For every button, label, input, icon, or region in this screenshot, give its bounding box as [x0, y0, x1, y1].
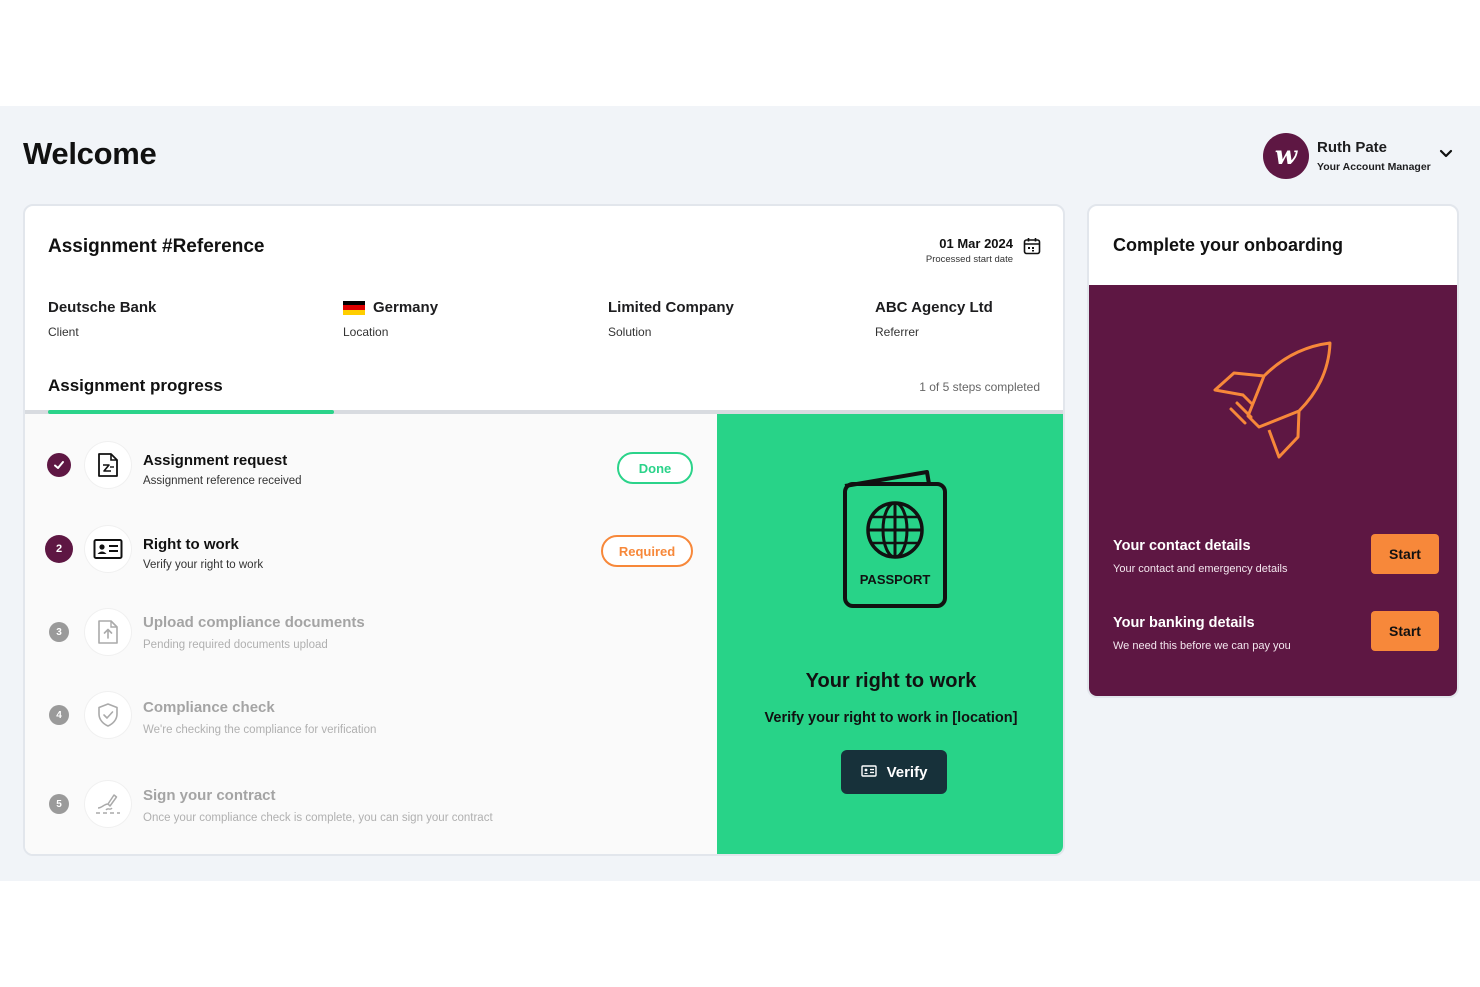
meta-client-label: Client: [48, 325, 79, 339]
germany-flag-icon: [343, 300, 365, 315]
steps-list: Assignment request Assignment reference …: [25, 414, 717, 854]
start-date-label: Processed start date: [925, 254, 1013, 265]
start-date-value: 01 Mar 2024: [939, 236, 1013, 251]
account-name: Ruth Pate: [1317, 139, 1388, 156]
step-title: Sign your contract: [143, 787, 276, 804]
passport-text: PASSPORT: [860, 572, 931, 587]
page-title: Welcome: [23, 136, 157, 171]
progress-title: Assignment progress: [48, 376, 223, 395]
document-signed-icon: [85, 442, 131, 488]
calendar-icon: [1023, 237, 1041, 260]
account-manager-menu[interactable]: w Ruth Pate Your Account Manager: [1263, 132, 1463, 180]
account-role: Your Account Manager: [1317, 161, 1431, 173]
step-title: Compliance check: [143, 699, 275, 716]
banking-details-item: Your banking details We need this before…: [1113, 611, 1439, 659]
meta-location-label: Location: [343, 325, 389, 339]
app-main: Welcome w Ruth Pate Your Account Manager…: [0, 106, 1480, 881]
start-date: 01 Mar 2024 Processed start date: [926, 236, 1013, 265]
onboarding-panel: Your contact details Your contact and em…: [1089, 285, 1457, 696]
shield-check-icon: [85, 692, 131, 738]
done-badge-button[interactable]: Done: [617, 452, 693, 484]
meta-solution-value: Limited Company: [608, 299, 734, 316]
step-title: Right to work: [143, 536, 239, 553]
onboarding-title: Complete your onboarding: [1113, 235, 1344, 255]
step-number: 4: [49, 705, 69, 725]
account-info: Ruth Pate Your Account Manager: [1317, 139, 1431, 173]
id-card-icon: [860, 764, 877, 781]
progress-count: 1 of 5 steps completed: [919, 380, 1040, 394]
assignment-title: Assignment #Reference: [48, 236, 265, 257]
meta-solution-label: Solution: [608, 325, 652, 339]
meta-location-text: Germany: [373, 299, 439, 316]
step-upload-compliance-documents: 3 Upload compliance documents Pending re…: [25, 594, 717, 664]
meta-referrer-label: Referrer: [875, 325, 920, 339]
verify-button-label: Verify: [886, 763, 928, 781]
upload-file-icon: [85, 609, 131, 655]
meta-solution: Limited Company Solution: [608, 299, 734, 339]
step-number: 3: [49, 622, 69, 642]
verify-button[interactable]: Verify: [841, 750, 947, 794]
step-assignment-request[interactable]: Assignment request Assignment reference …: [25, 430, 717, 500]
onboarding-card: Complete your onboarding Your contact de…: [1087, 204, 1459, 698]
banking-details-start-button[interactable]: Start: [1371, 611, 1439, 651]
step-subtitle: Pending required documents upload: [143, 639, 328, 651]
step-title: Upload compliance documents: [143, 614, 365, 631]
step-subtitle: Once your compliance check is complete, …: [143, 812, 493, 824]
contact-details-item: Your contact details Your contact and em…: [1113, 534, 1439, 582]
contact-details-start-button[interactable]: Start: [1371, 534, 1439, 574]
meta-location: Germany Location: [343, 299, 438, 339]
step-subtitle: Verify your right to work: [143, 559, 264, 571]
chevron-down-icon[interactable]: [1439, 146, 1453, 164]
step-check-icon: [47, 453, 71, 477]
step-subtitle: We're checking the compliance for verifi…: [143, 724, 377, 736]
step-compliance-check: 4 Compliance check We're checking the co…: [25, 679, 717, 749]
required-badge-button[interactable]: Required: [601, 535, 693, 567]
right-to-work-title: Your right to work: [805, 670, 977, 692]
id-card-icon: [85, 526, 131, 572]
meta-location-value: Germany: [343, 299, 438, 316]
signature-icon: [85, 781, 131, 827]
meta-client-value: Deutsche Bank: [48, 299, 157, 316]
step-title: Assignment request: [143, 452, 288, 469]
passport-illustration: PASSPORT: [841, 468, 949, 617]
step-number: 5: [49, 794, 69, 814]
right-to-work-subtitle: Verify your right to work in [location]: [764, 710, 1018, 726]
right-to-work-panel: PASSPORT Your right to work Verify your …: [717, 414, 1063, 854]
assignment-card: Assignment #Reference 01 Mar 2024 Proces…: [23, 204, 1065, 856]
rocket-icon: [1207, 339, 1337, 470]
avatar: w: [1263, 133, 1309, 179]
step-number: 2: [45, 535, 73, 563]
meta-referrer-value: ABC Agency Ltd: [875, 299, 993, 316]
step-right-to-work[interactable]: 2 Right to work Verify your right to wor…: [25, 514, 717, 584]
meta-referrer: ABC Agency Ltd Referrer: [875, 299, 993, 339]
step-subtitle: Assignment reference received: [143, 475, 302, 487]
step-sign-your-contract: 5 Sign your contract Once your complianc…: [25, 767, 717, 837]
meta-client: Deutsche Bank Client: [48, 299, 156, 339]
